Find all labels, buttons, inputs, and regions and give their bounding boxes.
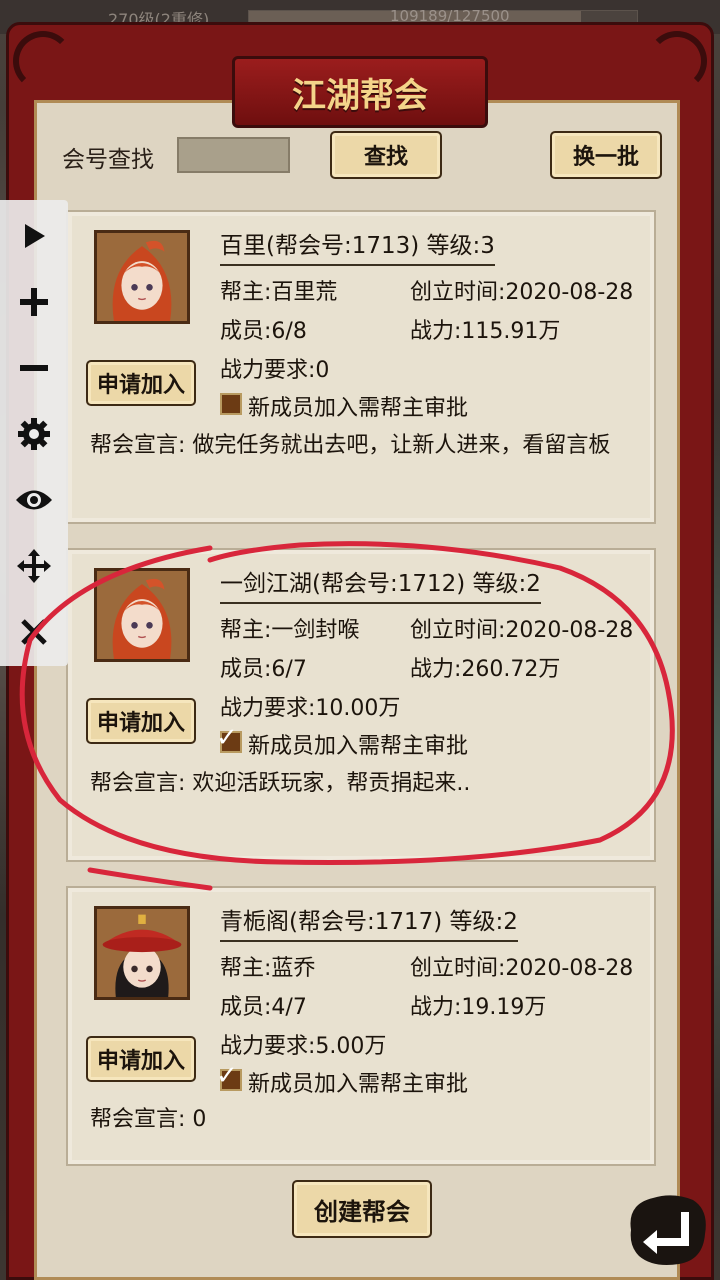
frame-ornament-left	[13, 31, 73, 91]
checkmark-icon: ✓	[216, 723, 238, 753]
guild-declaration: 帮会宣言: 欢迎活跃玩家，帮贡捐起来..	[90, 771, 471, 796]
guild-card: 百里(帮会号:1713) 等级:3 帮主:百里荒 创立时间:2020-08-28…	[66, 210, 656, 524]
guild-leader-avatar	[94, 568, 190, 662]
guild-title: 青栀阁(帮会号:1717) 等级:2	[220, 902, 518, 942]
female-warrior-avatar	[97, 233, 187, 321]
frame-ornament-right	[647, 31, 707, 91]
guild-card: 青栀阁(帮会号:1717) 等级:2 帮主:蓝乔 创立时间:2020-08-28…	[66, 886, 656, 1166]
guild-card: 一剑江湖(帮会号:1712) 等级:2 帮主:一剑封喉 创立时间:2020-08…	[66, 548, 656, 862]
panel-title: 江湖帮会	[292, 75, 428, 116]
guild-members: 成员:6/8	[220, 319, 307, 344]
search-label: 会号查找	[62, 147, 154, 173]
guild-created-date: 创立时间:2020-08-28	[410, 956, 634, 981]
search-button[interactable]: 查找	[330, 131, 442, 179]
approval-label: 新成员加入需帮主审批	[248, 396, 469, 421]
guild-members: 成员:6/7	[220, 657, 307, 682]
refresh-list-button[interactable]: 换一批	[550, 131, 662, 179]
minus-icon[interactable]	[10, 344, 58, 392]
apply-join-button[interactable]: 申请加入	[86, 1036, 196, 1082]
guild-members: 成员:4/7	[220, 995, 307, 1020]
guild-title: 一剑江湖(帮会号:1712) 等级:2	[220, 564, 541, 604]
approval-checkbox	[220, 393, 242, 415]
play-icon[interactable]	[10, 212, 58, 260]
approval-label: 新成员加入需帮主审批	[248, 1072, 469, 1097]
approval-checkbox: ✓	[216, 723, 242, 753]
guild-power-requirement: 战力要求:10.00万	[220, 696, 401, 721]
guild-power-requirement: 战力要求:0	[220, 358, 330, 383]
create-guild-button[interactable]: 创建帮会	[292, 1180, 432, 1238]
guild-leader-avatar	[94, 906, 190, 1000]
guild-declaration: 帮会宣言: 0	[90, 1107, 207, 1132]
gear-icon[interactable]	[10, 410, 58, 458]
guild-created-date: 创立时间:2020-08-28	[410, 280, 634, 305]
guild-id-input[interactable]	[177, 137, 290, 173]
back-button[interactable]	[622, 1190, 712, 1270]
guild-title: 百里(帮会号:1713) 等级:3	[220, 226, 495, 266]
guild-created-date: 创立时间:2020-08-28	[410, 618, 634, 643]
guild-leader: 帮主:百里荒	[220, 280, 338, 305]
guild-leader: 帮主:一剑封喉	[220, 618, 360, 643]
guild-declaration: 帮会宣言: 做完任务就出去吧，让新人进来，看留言板	[90, 433, 611, 458]
eye-icon[interactable]	[10, 476, 58, 524]
approval-label: 新成员加入需帮主审批	[248, 734, 469, 759]
guild-leader-avatar	[94, 230, 190, 324]
guild-power-requirement: 战力要求:5.00万	[220, 1034, 387, 1059]
guild-leader: 帮主:蓝乔	[220, 956, 316, 981]
apply-join-button[interactable]: 申请加入	[86, 360, 196, 406]
guild-power: 战力:260.72万	[410, 657, 561, 682]
checkmark-icon: ✓	[216, 1061, 238, 1091]
guild-power: 战力:19.19万	[410, 995, 547, 1020]
move-icon[interactable]	[10, 542, 58, 590]
approval-checkbox: ✓	[216, 1061, 242, 1091]
guild-power: 战力:115.91万	[410, 319, 561, 344]
female-warrior-avatar	[97, 571, 187, 659]
plus-icon[interactable]	[10, 278, 58, 326]
close-icon[interactable]	[10, 608, 58, 656]
back-arrow-icon	[630, 1195, 706, 1265]
floating-toolbar	[0, 200, 68, 666]
apply-join-button[interactable]: 申请加入	[86, 698, 196, 744]
hat-girl-avatar	[97, 909, 187, 997]
panel-title-plate: 江湖帮会	[232, 56, 488, 128]
